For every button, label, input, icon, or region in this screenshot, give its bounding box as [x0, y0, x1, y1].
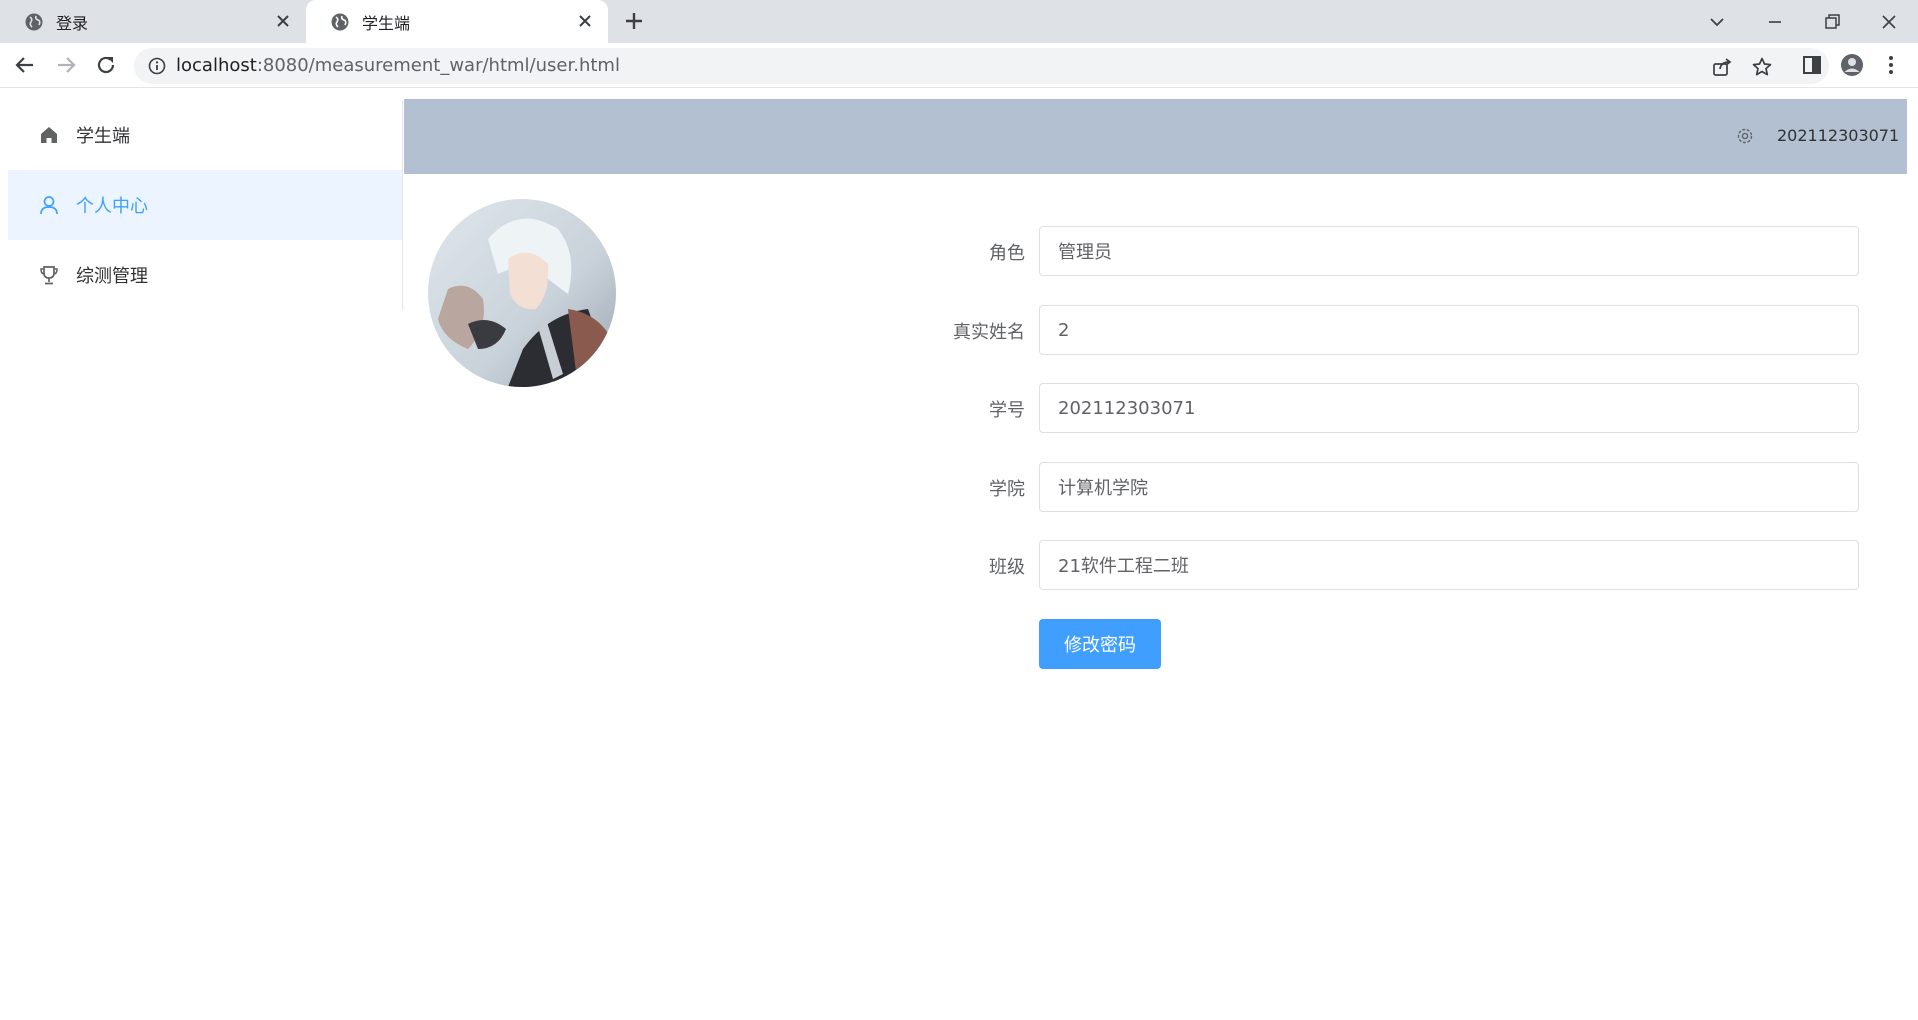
globe-icon — [331, 13, 349, 30]
trophy-icon — [40, 266, 58, 285]
sidebar-item-label: 个人中心 — [76, 196, 148, 217]
real-name-label: 真实姓名 — [953, 322, 1025, 343]
profile-avatar-icon[interactable] — [1840, 53, 1864, 77]
sidebar-item-label: 综测管理 — [76, 266, 148, 287]
url-path: :8080/measurement_war/html/user.html — [256, 55, 620, 76]
browser-tabstrip: 登录 学生端 — [0, 0, 1918, 43]
page-header: 202112303071 — [404, 99, 1907, 174]
more-menu-icon[interactable] — [1879, 53, 1903, 77]
real-name-field[interactable] — [1039, 305, 1859, 355]
share-icon[interactable] — [1711, 56, 1733, 78]
sidebar-item-evaluation[interactable]: 综测管理 — [8, 240, 402, 310]
avatar — [428, 199, 616, 387]
change-password-button[interactable]: 修改密码 — [1039, 619, 1161, 669]
role-label: 角色 — [989, 243, 1025, 264]
role-field[interactable] — [1039, 226, 1859, 276]
window-close-icon[interactable] — [1875, 8, 1903, 36]
browser-tab-login[interactable]: 登录 — [0, 0, 306, 43]
restore-icon[interactable] — [1818, 8, 1846, 36]
browser-tab-student[interactable]: 学生端 — [306, 0, 608, 43]
home-icon — [41, 127, 57, 143]
forward-arrow-icon[interactable] — [53, 52, 79, 78]
reload-icon[interactable] — [93, 52, 119, 78]
minimize-icon[interactable] — [1761, 8, 1789, 36]
url-text[interactable]: localhost:8080/measurement_war/html/user… — [176, 55, 620, 76]
tab-title: 登录 — [56, 13, 89, 33]
sidebar-item-student[interactable]: 学生端 — [8, 100, 402, 170]
bookmark-star-icon[interactable] — [1751, 56, 1773, 78]
back-arrow-icon[interactable] — [12, 52, 38, 78]
sidebar-item-personal-center[interactable]: 个人中心 — [8, 170, 402, 240]
college-label: 学院 — [989, 479, 1025, 500]
close-icon[interactable] — [576, 12, 594, 30]
class-field[interactable] — [1039, 540, 1859, 590]
gear-icon[interactable] — [1735, 126, 1755, 146]
avatar-illustration — [428, 199, 616, 387]
sidebar-item-label: 学生端 — [76, 126, 130, 147]
class-label: 班级 — [989, 557, 1025, 578]
student-id-label: 学号 — [989, 400, 1025, 421]
tab-search-chevron-icon[interactable] — [1703, 8, 1731, 36]
user-icon — [40, 196, 58, 215]
side-panel-icon[interactable] — [1800, 53, 1824, 77]
student-id-field[interactable] — [1039, 383, 1859, 433]
header-username[interactable]: 202112303071 — [1777, 126, 1899, 145]
url-host: localhost — [176, 55, 257, 76]
site-info-icon[interactable] — [148, 57, 166, 75]
globe-icon — [25, 13, 43, 30]
college-field[interactable] — [1039, 462, 1859, 512]
new-tab-plus-icon[interactable] — [622, 9, 646, 33]
close-icon[interactable] — [274, 12, 292, 30]
sidebar-menu: 学生端 个人中心 综测管理 — [8, 100, 403, 310]
browser-toolbar: localhost:8080/measurement_war/html/user… — [0, 43, 1918, 88]
address-bar[interactable]: localhost:8080/measurement_war/html/user… — [134, 48, 1829, 84]
tab-title: 学生端 — [362, 13, 411, 33]
